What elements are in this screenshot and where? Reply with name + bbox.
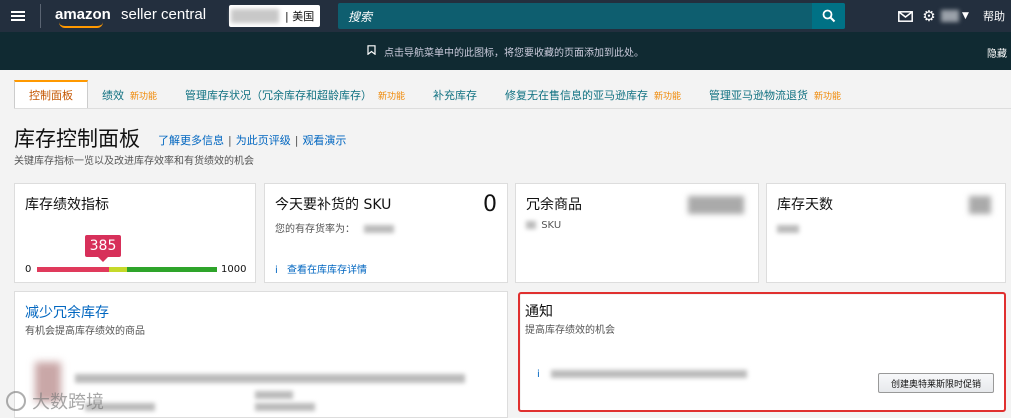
watch-demo-link[interactable]: 观看演示 <box>302 134 346 147</box>
tab-dashboard[interactable]: 控制面板 <box>14 80 88 108</box>
account-name-redacted <box>941 10 959 22</box>
restock-card[interactable]: 今天要补货的 SKU 0 您的有存货率为： i 查看在库库存详情 <box>264 183 508 283</box>
tab-label: 控制面板 <box>29 89 73 102</box>
learn-more-link[interactable]: 了解更多信息 <box>158 134 224 147</box>
menu-icon[interactable] <box>0 0 36 32</box>
watermark: 大数跨境 <box>6 388 104 414</box>
tab-fix-stranded[interactable]: 修复无在售信息的亚马逊库存 新功能 <box>491 82 695 108</box>
tab-restock[interactable]: 补充库存 <box>419 82 491 108</box>
tab-label: 绩效 <box>102 89 124 102</box>
card-title: 库存天数 <box>777 197 833 213</box>
days-sub-redacted <box>777 225 799 233</box>
watermark-logo-icon <box>6 391 26 411</box>
product-detail-redacted <box>255 396 315 415</box>
banner-hide-link[interactable]: 隐藏 <box>987 45 1007 60</box>
search-button[interactable] <box>812 3 845 29</box>
ipi-card[interactable]: 库存绩效指标 0 1000 <box>14 183 256 283</box>
reduce-excess-title[interactable]: 减少冗余库存 <box>25 302 109 322</box>
instock-rate-label: 您的有存货率为： <box>275 224 355 235</box>
tab-label: 管理库存状况（冗余库存和超龄库存） <box>185 89 373 102</box>
gear-icon[interactable]: ⚙ <box>917 0 941 32</box>
excess-sku-redacted <box>526 221 536 229</box>
search-box[interactable]: 搜索 <box>338 3 845 29</box>
search-icon <box>822 9 835 23</box>
days-count-redacted <box>969 196 991 214</box>
link-separator: | <box>228 134 232 147</box>
marketplace-switcher[interactable]: | 美国 <box>229 5 321 27</box>
highlight-box <box>518 292 1006 412</box>
help-link[interactable]: 帮助 <box>983 8 1005 24</box>
reduce-excess-subtitle: 有机会提高库存绩效的商品 <box>25 326 145 337</box>
search-input[interactable]: 搜索 <box>348 8 812 25</box>
tab-fba-returns[interactable]: 管理亚马逊物流退货 新功能 <box>695 82 855 108</box>
link-separator: | <box>294 134 299 147</box>
view-inventory-link[interactable]: 查看在库库存详情 <box>287 265 367 276</box>
store-name-redacted <box>231 9 279 23</box>
page-title: 库存控制面板 <box>14 127 140 151</box>
tab-label: 补充库存 <box>433 89 478 102</box>
instock-rate-row: 您的有存货率为： <box>275 220 395 235</box>
info-icon: i <box>275 265 278 276</box>
days-sub-row <box>777 224 799 235</box>
new-badge: 新功能 <box>130 91 158 102</box>
gauge-bar <box>37 267 217 272</box>
days-of-supply-card[interactable]: 库存天数 <box>766 183 1006 283</box>
favorites-banner: 点击导航菜单中的此图标，将您要收藏的页面添加到此处。 隐藏 <box>0 32 1011 70</box>
dashboard-tabs: 控制面板 绩效 新功能 管理库存状况（冗余库存和超龄库存） 新功能 补充库存 修… <box>14 80 1011 109</box>
excess-card[interactable]: 冗余商品 SKU <box>515 183 759 283</box>
card-title: 冗余商品 <box>526 197 582 213</box>
topbar-right: ⚙ ▼ 帮助 <box>893 0 1011 32</box>
tab-label: 修复无在售信息的亚马逊库存 <box>505 89 649 102</box>
account-menu[interactable]: ▼ <box>941 0 977 32</box>
mail-icon[interactable] <box>893 0 917 32</box>
logo-smile-icon <box>59 22 103 28</box>
logo-amazon-text: amazon <box>55 6 111 23</box>
title-links: 了解更多信息 | 为此页评级 | 观看演示 <box>158 132 346 148</box>
new-badge: 新功能 <box>654 91 682 102</box>
card-title: 库存绩效指标 <box>25 197 109 213</box>
instock-rate-redacted <box>364 225 395 233</box>
tab-label: 管理亚马逊物流退货 <box>709 89 809 102</box>
excess-unit-row: SKU <box>526 220 561 231</box>
tab-performance[interactable]: 绩效 新功能 <box>88 82 171 108</box>
ipi-score-marker: 385 <box>85 235 121 262</box>
card-title: 今天要补货的 SKU <box>275 197 392 213</box>
restock-count: 0 <box>483 192 497 217</box>
gauge-min-label: 0 <box>25 264 32 275</box>
rate-page-link[interactable]: 为此页评级 <box>236 134 291 147</box>
new-badge: 新功能 <box>378 91 406 102</box>
seller-central-logo[interactable]: amazon seller central <box>55 2 207 30</box>
tab-manage-inventory-health[interactable]: 管理库存状况（冗余库存和超龄库存） 新功能 <box>171 82 419 108</box>
marketplace-label: | 美国 <box>285 10 315 23</box>
excess-count-redacted <box>688 196 744 214</box>
page-subtitle: 关键库存指标一览以及改进库存效率和有货绩效的机会 <box>14 156 254 167</box>
watermark-text: 大数跨境 <box>32 392 104 413</box>
gauge-max-label: 1000 <box>221 264 247 275</box>
logo-seller-text: seller central <box>121 6 207 23</box>
restock-link-row: i 查看在库库存详情 <box>275 261 367 276</box>
bookmark-icon <box>367 44 376 58</box>
banner-text: 点击导航菜单中的此图标，将您要收藏的页面添加到此处。 <box>384 47 644 59</box>
ipi-gauge: 0 1000 <box>25 264 257 276</box>
caret-down-icon: ▼ <box>962 11 969 21</box>
excess-unit: SKU <box>541 220 562 231</box>
new-badge: 新功能 <box>814 91 842 102</box>
nav-divider <box>40 4 41 28</box>
